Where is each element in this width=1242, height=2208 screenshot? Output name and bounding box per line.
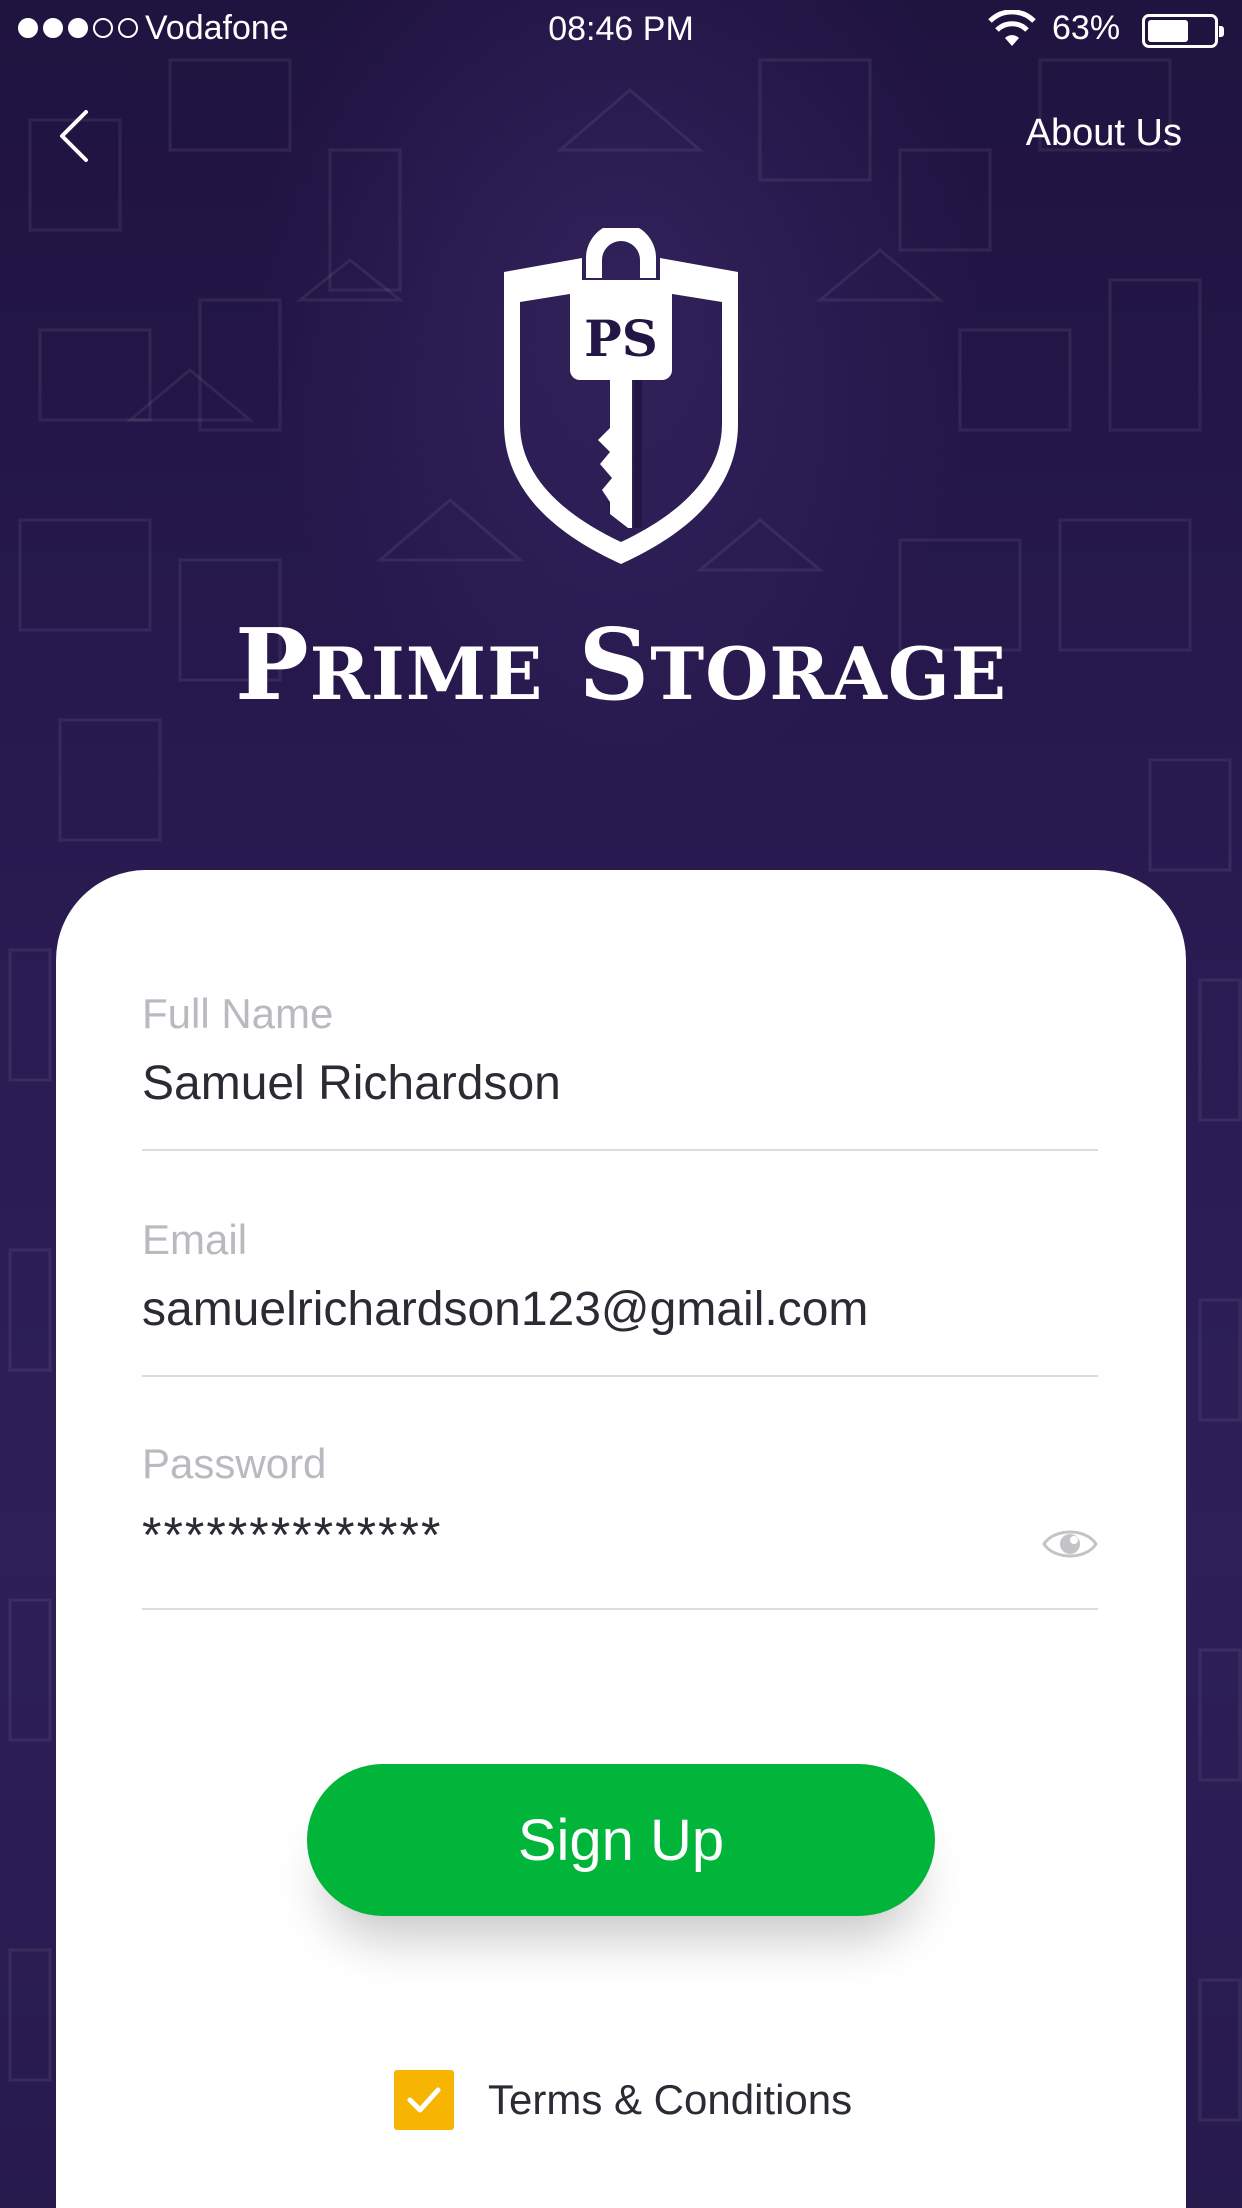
eye-icon[interactable] — [1042, 1524, 1098, 1564]
checkmark-icon — [407, 2087, 441, 2113]
padlock-key-shield-logo: PS — [504, 228, 738, 564]
full-name-label: Full Name — [142, 990, 334, 1037]
about-us-link[interactable]: About Us — [1026, 112, 1182, 155]
brand-name: PRIME STORAGE — [0, 608, 1242, 723]
sign-up-button[interactable]: Sign Up — [307, 1764, 935, 1916]
full-name-input[interactable]: Samuel Richardson — [142, 1056, 1098, 1111]
brand-initial-s: S — [578, 608, 651, 723]
terms-checkbox[interactable] — [394, 2070, 454, 2130]
email-label: Email — [142, 1216, 248, 1263]
email-input[interactable]: samuelrichardson123@gmail.com — [142, 1282, 1098, 1337]
email-field[interactable]: Email samuelrichardson123@gmail.com — [142, 1216, 1098, 1337]
brand-rest-rime: RIME — [309, 632, 544, 717]
logo-initials: PS — [584, 309, 658, 368]
full-name-field[interactable]: Full Name Samuel Richardson — [142, 990, 1098, 1111]
brand-rest-torage: TORAGE — [650, 632, 1008, 717]
wifi-icon — [988, 10, 1036, 46]
battery-icon — [1142, 14, 1224, 48]
status-bar: Vodafone 08:46 PM 63% — [0, 0, 1242, 60]
email-underline — [142, 1375, 1098, 1377]
brand-initial-p: P — [234, 608, 310, 723]
terms-row[interactable]: Terms & Conditions — [394, 2070, 852, 2130]
battery-percentage: 63% — [1052, 9, 1121, 47]
password-field[interactable]: Password ************** — [142, 1440, 1098, 1564]
back-chevron-icon[interactable] — [52, 106, 100, 166]
password-underline — [142, 1608, 1098, 1610]
terms-label[interactable]: Terms & Conditions — [488, 2076, 852, 2124]
full-name-underline — [142, 1149, 1098, 1151]
password-label: Password — [142, 1440, 327, 1487]
signup-card: Full Name Samuel Richardson Email samuel… — [56, 870, 1186, 2208]
password-input[interactable]: ************** — [142, 1506, 1098, 1564]
